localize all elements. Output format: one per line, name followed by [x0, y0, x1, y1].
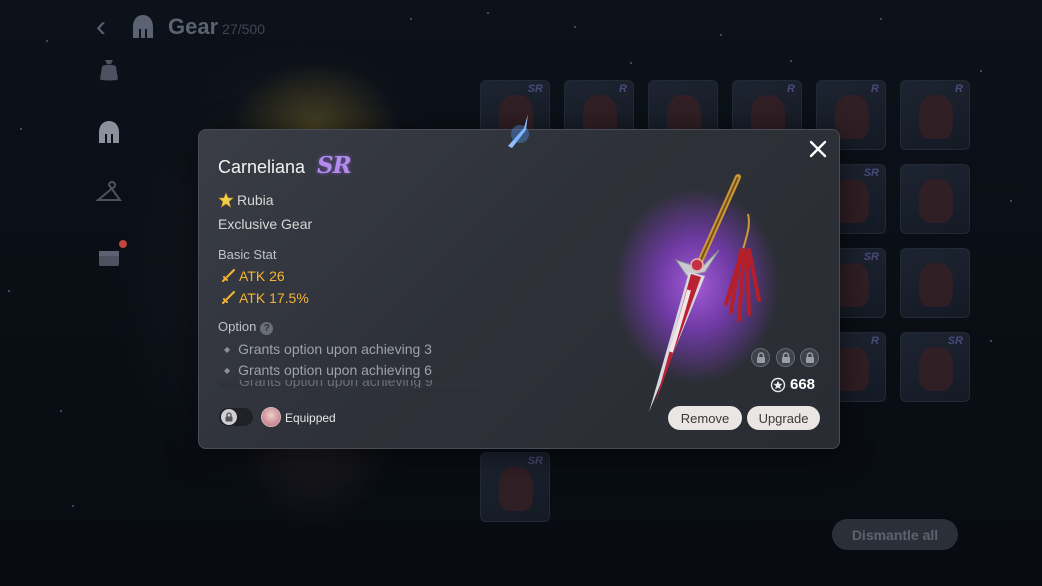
upgrade-button[interactable]: Upgrade	[747, 406, 820, 430]
hanger-icon	[96, 181, 122, 201]
option-item: Grants option upon achieving 6	[224, 362, 432, 378]
gear-thumbnail	[919, 347, 953, 391]
side-nav	[94, 55, 127, 303]
gear-count: 27/500	[222, 21, 265, 37]
slot-rarity-tag: SR	[863, 251, 879, 263]
stat-value: ATK 17.5%	[239, 290, 309, 306]
nav-item-costume[interactable]	[94, 179, 124, 209]
owner-row: Rubia	[218, 192, 274, 208]
gear-thumbnail	[835, 347, 869, 391]
option-item-cut: Grants option upon achieving 9	[239, 380, 433, 388]
gear-score: 668	[790, 376, 816, 393]
gear-thumbnail	[499, 467, 533, 511]
remove-button[interactable]: Remove	[668, 406, 742, 430]
slot-rarity-tag: R	[871, 83, 879, 95]
gear-score-row: 668	[770, 376, 815, 393]
close-icon[interactable]	[809, 140, 827, 158]
sword-icon	[222, 291, 235, 304]
star-icon	[218, 192, 234, 208]
help-icon[interactable]: ?	[260, 322, 274, 335]
gear-slot[interactable]: R	[900, 80, 970, 150]
dismantle-all-button[interactable]: Dismantle all	[832, 519, 958, 550]
sparkle-effect-icon	[508, 114, 529, 148]
helmet-icon	[133, 15, 153, 38]
stat-value: ATK 26	[239, 268, 285, 284]
rarity-badge: SR	[317, 152, 352, 179]
gear-type: Exclusive Gear	[218, 216, 313, 232]
gear-thumbnail	[919, 179, 953, 223]
lock-toggle[interactable]	[219, 408, 253, 426]
option-scroll-fade[interactable]: Grants option upon achieving 9	[219, 380, 479, 388]
option-label: Option	[218, 319, 257, 334]
gear-slot[interactable]: SR	[480, 452, 550, 522]
slot-rarity-tag: SR	[527, 455, 543, 467]
slot-lock-icon	[776, 348, 795, 367]
nav-item-storage[interactable]	[94, 240, 127, 271]
option-item: Grants option upon achieving 3	[224, 341, 432, 357]
notification-badge	[119, 240, 127, 248]
slot-rarity-tag: SR	[947, 335, 963, 347]
gear-score-icon	[770, 377, 786, 392]
owner-name: Rubia	[237, 192, 274, 208]
item-name: Carneliana	[218, 157, 306, 177]
slot-rarity-tag: R	[871, 335, 879, 347]
equipped-label: Equipped	[285, 411, 336, 425]
slot-rarity-tag: R	[955, 83, 963, 95]
gear-slot[interactable]: SR	[900, 332, 970, 402]
chest-icon	[99, 251, 119, 266]
slot-rarity-tag: R	[619, 83, 627, 95]
slot-lock-icon	[800, 348, 819, 367]
slot-rarity-tag: R	[787, 83, 795, 95]
stat-row: ATK 26	[221, 268, 285, 284]
spear-icon	[649, 174, 761, 412]
slot-lock-icon	[751, 348, 770, 367]
gear-slot[interactable]	[900, 248, 970, 318]
avatar	[261, 407, 281, 427]
sword-icon	[222, 269, 235, 282]
helmet-icon	[99, 121, 119, 143]
gear-thumbnail	[835, 263, 869, 307]
slot-rarity-tag: SR	[863, 167, 879, 179]
bag-icon	[100, 60, 118, 81]
basic-stat-label: Basic Stat	[218, 247, 277, 262]
top-bar: ‹ Gear 27/500	[96, 12, 265, 42]
slot-rarity-tag: SR	[527, 83, 543, 95]
nav-item-gear[interactable]	[94, 117, 124, 147]
gear-detail-modal: Carneliana SR Rubia Exclusive Gear Basic…	[198, 129, 840, 449]
gear-thumbnail	[919, 263, 953, 307]
gear-thumbnail	[835, 179, 869, 223]
nav-item-bag[interactable]	[94, 55, 124, 85]
gear-slot[interactable]	[900, 164, 970, 234]
option-label-row: Option?	[218, 319, 274, 335]
stat-row: ATK 17.5%	[221, 290, 309, 306]
back-arrow-icon[interactable]: ‹	[96, 12, 118, 42]
gear-thumbnail	[835, 95, 869, 139]
page-title: Gear	[168, 14, 219, 39]
lock-icon	[225, 412, 233, 422]
gear-thumbnail	[919, 95, 953, 139]
